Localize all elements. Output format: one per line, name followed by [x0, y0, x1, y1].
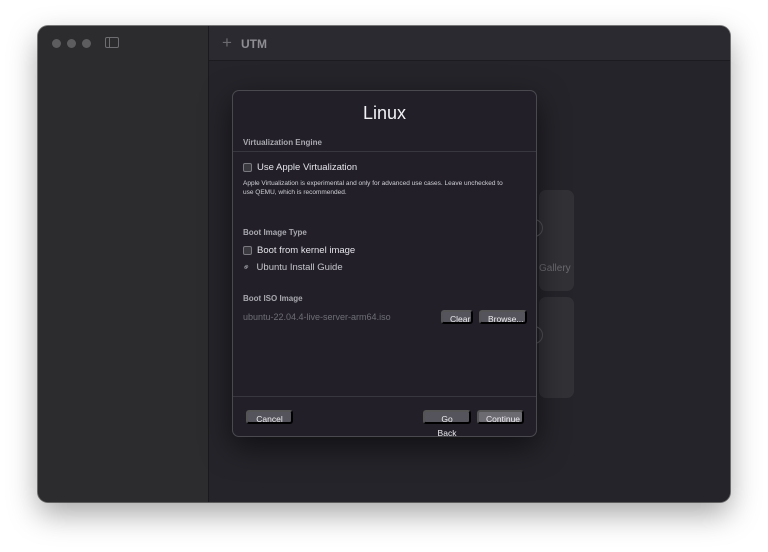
background-card [539, 297, 574, 398]
use-apple-virtualization-checkbox[interactable] [243, 163, 252, 172]
background-card-gallery [539, 190, 574, 291]
titlebar: + UTM [209, 26, 730, 61]
boot-iso-path-field[interactable]: ubuntu-22.04.4-live-server-arm64.iso [243, 312, 391, 322]
cancel-button[interactable]: Cancel [246, 410, 293, 424]
close-dot-icon[interactable] [52, 39, 61, 48]
section-header-boot-image-type: Boot Image Type [243, 228, 307, 237]
boot-from-kernel-label: Boot from kernel image [257, 245, 356, 256]
plus-icon[interactable]: + [222, 34, 232, 51]
traffic-lights [52, 39, 91, 48]
clear-button[interactable]: Clear [441, 310, 473, 324]
boot-from-kernel-row[interactable]: Boot from kernel image [243, 245, 355, 256]
continue-button[interactable]: Continue [477, 410, 524, 424]
sidebar [38, 26, 209, 502]
link-icon: ⚭ [240, 260, 253, 274]
minimize-dot-icon[interactable] [67, 39, 76, 48]
window-title: UTM [241, 37, 267, 51]
use-apple-virtualization-row[interactable]: Use Apple Virtualization [243, 162, 357, 173]
boot-from-kernel-checkbox[interactable] [243, 246, 252, 255]
virtualization-note: Apple Virtualization is experimental and… [243, 180, 503, 196]
ubuntu-install-guide-link[interactable]: ⚭ Ubuntu Install Guide [240, 260, 343, 274]
section-header-virtualization-engine: Virtualization Engine [243, 138, 322, 147]
section-header-boot-iso-image: Boot ISO Image [243, 294, 303, 303]
zoom-dot-icon[interactable] [82, 39, 91, 48]
dialog-title: Linux [362, 103, 407, 123]
background-gallery-text: Gallery [539, 263, 571, 274]
use-apple-virtualization-label: Use Apple Virtualization [257, 162, 358, 173]
go-back-button[interactable]: Go Back [423, 410, 471, 438]
sidebar-toggle-icon[interactable] [105, 37, 119, 48]
new-vm-dialog: Linux Virtualization Engine Use Apple Vi… [232, 90, 537, 438]
divider [233, 151, 536, 152]
ubuntu-install-guide-label: Ubuntu Install Guide [256, 262, 343, 273]
browse-button[interactable]: Browse... [479, 310, 527, 324]
footer-divider [233, 396, 536, 397]
